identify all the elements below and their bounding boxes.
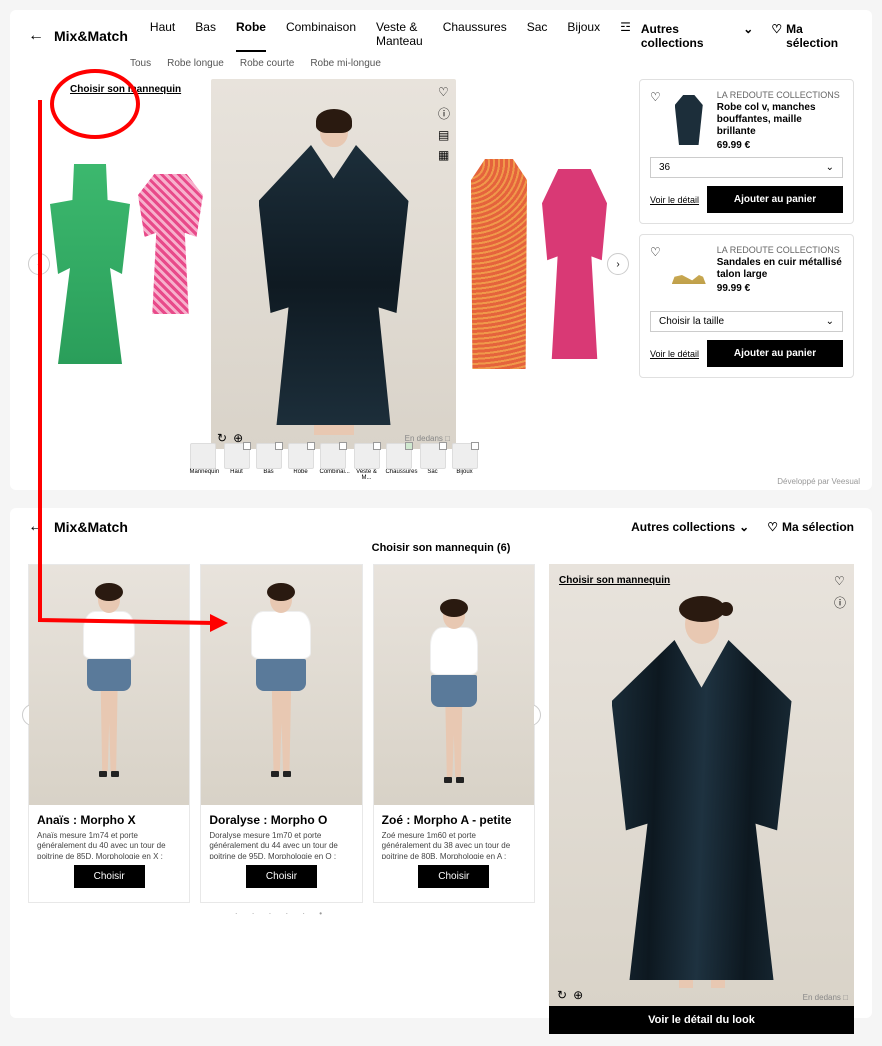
tab-robe[interactable]: Robe — [236, 20, 266, 52]
tab-sac[interactable]: Sac — [527, 20, 548, 52]
carousel-prev[interactable]: ‹ — [28, 253, 50, 275]
cart-product-name: Sandales en cuir métallisé talon large — [717, 257, 843, 281]
my-selection-link[interactable]: ♡ Ma sélection — [771, 22, 854, 50]
thumb-chaussures[interactable]: Chaussures — [386, 469, 418, 475]
cart-price: 69.99 € — [717, 140, 843, 151]
product-dress-orange-floral[interactable] — [464, 159, 534, 369]
product-dress-fuchsia[interactable] — [542, 169, 607, 359]
choose-model-button[interactable]: Choisir — [418, 865, 489, 888]
zoom-icon[interactable]: ⊕ — [573, 988, 583, 1002]
view-look-detail-button[interactable]: Voir le détail du look — [549, 1006, 854, 1034]
choose-mannequin-link[interactable]: Choisir son mannequin — [559, 574, 670, 587]
model-card-doralyse[interactable]: Doralyse : Morpho O Doralyse mesure 1m70… — [200, 564, 362, 903]
other-collections-link[interactable]: Autres collections ⌄ — [641, 22, 753, 50]
thumb-haut[interactable]: Haut — [230, 469, 243, 475]
subtab-longue[interactable]: Robe longue — [167, 58, 224, 69]
model-description: Doralyse mesure 1m70 et porte généraleme… — [209, 831, 353, 859]
model-description: Anaïs mesure 1m74 et porte généralement … — [37, 831, 181, 859]
subcategory-tabs: Tous Robe longue Robe courte Robe mi-lon… — [10, 54, 872, 73]
product-thumb-dress — [675, 95, 703, 145]
product-dress-green[interactable] — [50, 164, 130, 364]
model-name: Doralyse : Morpho O — [209, 813, 353, 827]
tab-bijoux[interactable]: Bijoux — [567, 20, 600, 52]
chevron-down-icon: ⌄ — [826, 162, 834, 173]
carousel-next[interactable]: › — [607, 253, 629, 275]
bookmark-icon: ♡ — [767, 520, 778, 534]
my-selection-link[interactable]: ♡ Ma sélection — [767, 520, 854, 534]
bookmark-icon[interactable]: ♡ — [650, 245, 661, 305]
tab-veste[interactable]: Veste & Manteau — [376, 20, 423, 52]
chevron-down-icon: ⌄ — [826, 316, 834, 327]
add-to-cart-button[interactable]: Ajouter au panier — [707, 340, 843, 367]
size-select[interactable]: Choisir la taille⌄ — [650, 311, 843, 332]
model-card-zoe[interactable]: Zoé : Morpho A - petite Zoé mesure 1m60 … — [373, 564, 535, 903]
choose-mannequin-link[interactable]: Choisir son mannequin — [70, 83, 181, 96]
mannequin-selector-title: Choisir son mannequin (6) — [10, 536, 872, 560]
chevron-down-icon: ⌄ — [739, 520, 749, 534]
subtab-courte[interactable]: Robe courte — [240, 58, 294, 69]
tab-chaussures[interactable]: Chaussures — [443, 20, 507, 52]
choose-model-button[interactable]: Choisir — [246, 865, 317, 888]
product-dress-pink-floral[interactable] — [138, 174, 203, 314]
bookmark-icon[interactable]: ♡ — [834, 574, 846, 588]
subtab-milongue[interactable]: Robe mi-longue — [310, 58, 381, 69]
cart-brand: LA REDOUTE COLLECTIONS — [717, 245, 843, 255]
en-dedans-label: En dedans □ — [803, 993, 848, 1002]
bookmark-icon[interactable]: ♡ — [438, 85, 450, 99]
add-to-cart-button[interactable]: Ajouter au panier — [707, 186, 843, 213]
product-thumb-sandal — [672, 266, 706, 284]
thumb-veste[interactable]: Veste & M... — [356, 469, 377, 481]
category-tabs: Haut Bas Robe Combinaison Veste & Mantea… — [150, 20, 631, 52]
cart-price: 99.99 € — [717, 283, 843, 294]
rotate-icon[interactable]: ↻ — [557, 988, 567, 1002]
thumb-bijoux[interactable]: Bijoux — [456, 469, 472, 475]
thumb-sac[interactable]: Sac — [427, 469, 437, 475]
bookmark-icon[interactable]: ♡ — [650, 90, 661, 151]
model-name: Zoé : Morpho A - petite — [382, 813, 526, 827]
developed-by: Développé par Veesual — [777, 477, 860, 486]
model-description: Zoé mesure 1m60 et porte généralement du… — [382, 831, 526, 859]
subtab-tous[interactable]: Tous — [130, 58, 151, 69]
choose-model-button[interactable]: Choisir — [74, 865, 145, 888]
filter-icon[interactable]: ☲ — [620, 20, 631, 52]
chevron-down-icon: ⌄ — [743, 22, 753, 50]
other-collections-link[interactable]: Autres collections ⌄ — [631, 520, 749, 534]
cart-item-sandals: ♡ LA REDOUTE COLLECTIONS Sandales en cui… — [639, 234, 854, 378]
thumb-combinaison[interactable]: Combinai... — [320, 469, 350, 475]
look-preview: Choisir son mannequin ♡ ⓘ ↻ ⊕ En dedans … — [549, 564, 854, 1034]
brand: Mix&Match — [54, 28, 128, 44]
bookmark-icon: ♡ — [771, 22, 782, 50]
back-arrow[interactable]: ← — [28, 518, 44, 536]
tab-combinaison[interactable]: Combinaison — [286, 20, 356, 52]
brand: Mix&Match — [54, 519, 128, 535]
thumb-mannequin[interactable]: Mannequin — [190, 469, 220, 475]
cart-item-dress: ♡ LA REDOUTE COLLECTIONS Robe col v, man… — [639, 79, 854, 224]
compare-icon[interactable]: ▤ — [438, 128, 450, 142]
model-name: Anaïs : Morpho X — [37, 813, 181, 827]
info-icon[interactable]: ⓘ — [834, 594, 846, 611]
thumb-robe[interactable]: Robe — [293, 469, 307, 475]
tab-haut[interactable]: Haut — [150, 20, 175, 52]
model-card-anais[interactable]: Anaïs : Morpho X Anaïs mesure 1m74 et po… — [28, 564, 190, 903]
pagination-dots[interactable]: · · · · · • — [28, 909, 535, 918]
grid-icon[interactable]: ▦ — [438, 148, 450, 162]
info-icon[interactable]: ⓘ — [438, 105, 450, 122]
view-detail-link[interactable]: Voir le détail — [650, 195, 699, 205]
cart-product-name: Robe col v, manches bouffantes, maille b… — [717, 102, 843, 138]
thumb-bas[interactable]: Bas — [263, 469, 273, 475]
center-mannequin-view[interactable]: ♡ ⓘ ▤ ▦ ↻ ⊕ En dedans □ — [211, 79, 456, 449]
back-arrow[interactable]: ← — [28, 27, 44, 45]
size-select[interactable]: 36⌄ — [650, 157, 843, 178]
view-detail-link[interactable]: Voir le détail — [650, 349, 699, 359]
tab-bas[interactable]: Bas — [195, 20, 216, 52]
cart-brand: LA REDOUTE COLLECTIONS — [717, 90, 843, 100]
